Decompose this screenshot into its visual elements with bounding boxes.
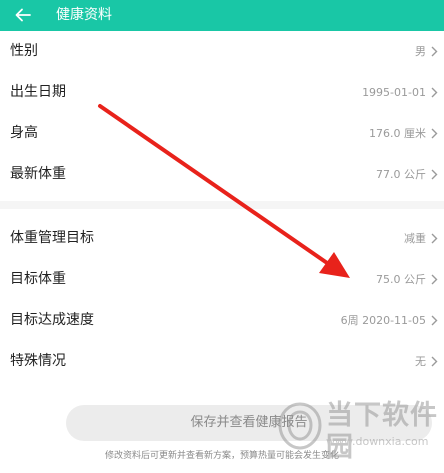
row-label: 出生日期: [10, 84, 66, 100]
row-goal-speed[interactable]: 目标达成速度 6周 2020-11-05: [0, 300, 444, 341]
row-special-conditions[interactable]: 特殊情况 无: [0, 341, 444, 382]
arrow-left-icon: [15, 8, 31, 22]
chevron-right-icon: [431, 87, 438, 98]
chevron-right-icon: [431, 169, 438, 180]
row-weight-goal[interactable]: 体重管理目标 减重: [0, 218, 444, 259]
chevron-right-icon: [431, 46, 438, 57]
row-value: 77.0 公斤: [376, 168, 426, 181]
row-target-weight[interactable]: 目标体重 75.0 公斤: [0, 259, 444, 300]
profile-section: 性别 男 出生日期 1995-01-01 身高 176.0 厘米 最新体重 77…: [0, 31, 444, 195]
chevron-right-icon: [431, 128, 438, 139]
row-value: 无: [415, 355, 426, 368]
goals-section: 体重管理目标 减重 目标体重 75.0 公斤 目标达成速度 6周 2020-11…: [0, 218, 444, 382]
row-height[interactable]: 身高 176.0 厘米: [0, 113, 444, 154]
row-value: 75.0 公斤: [376, 273, 426, 286]
chevron-right-icon: [431, 233, 438, 244]
chevron-right-icon: [431, 315, 438, 326]
row-label: 目标达成速度: [10, 312, 94, 328]
row-gender[interactable]: 性别 男: [0, 31, 444, 72]
section-divider: [0, 201, 444, 209]
row-value: 男: [415, 45, 426, 58]
row-value: 1995-01-01: [362, 86, 426, 99]
chevron-right-icon: [431, 274, 438, 285]
watermark-name: 当下软件园: [326, 400, 438, 463]
back-button[interactable]: [10, 0, 38, 31]
page-title: 健康资料: [56, 7, 112, 23]
row-label: 身高: [10, 125, 38, 141]
row-label: 性别: [10, 43, 38, 59]
row-label: 目标体重: [10, 271, 66, 287]
row-value: 176.0 厘米: [369, 127, 426, 140]
chevron-right-icon: [431, 356, 438, 367]
watermark-logo-icon: [278, 402, 322, 450]
row-label: 最新体重: [10, 166, 66, 182]
watermark-url: www.downxia.com: [326, 435, 429, 448]
top-bar: 健康资料: [0, 0, 444, 31]
row-label: 体重管理目标: [10, 230, 94, 246]
row-latest-weight[interactable]: 最新体重 77.0 公斤: [0, 154, 444, 195]
row-birth-date[interactable]: 出生日期 1995-01-01: [0, 72, 444, 113]
watermark: 当下软件园 www.downxia.com: [278, 398, 444, 470]
row-value: 6周 2020-11-05: [340, 314, 426, 327]
row-value: 减重: [404, 232, 426, 245]
row-label: 特殊情况: [10, 353, 66, 369]
